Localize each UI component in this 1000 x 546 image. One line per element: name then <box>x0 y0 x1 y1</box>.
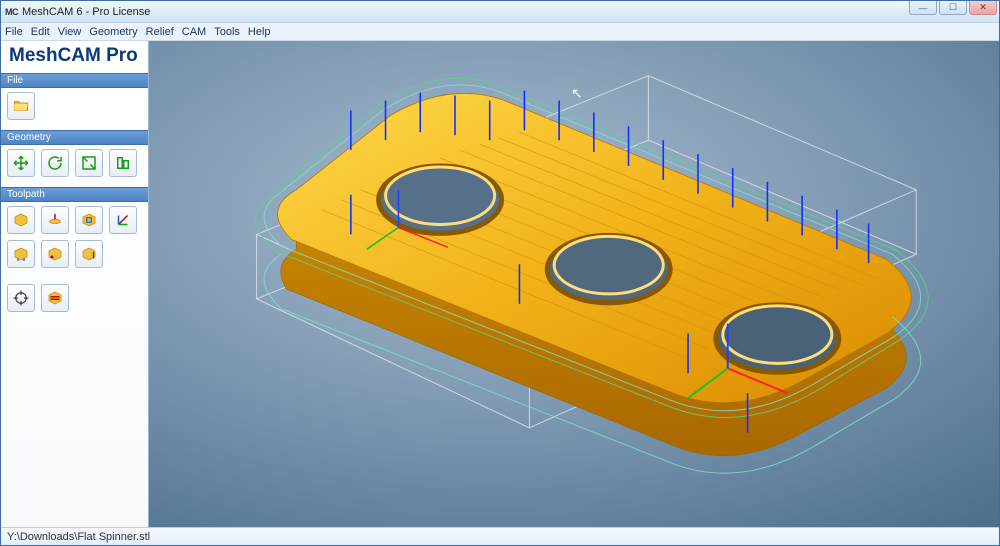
origin-target-button[interactable] <box>7 284 35 312</box>
sidebar: MeshCAM Pro File Geometry Toolpath <box>1 41 149 527</box>
zero-icon <box>46 245 64 263</box>
retract-icon <box>46 211 64 229</box>
close-button[interactable]: ✕ <box>969 1 997 15</box>
retract-button[interactable] <box>41 206 69 234</box>
region-icon <box>80 211 98 229</box>
supports-button[interactable] <box>7 240 35 268</box>
minimize-button[interactable]: — <box>909 1 937 15</box>
window-title: MeshCAM 6 - Pro License <box>22 6 150 18</box>
depth-icon <box>80 245 98 263</box>
menu-view[interactable]: View <box>58 26 82 38</box>
app-icon: MC <box>5 7 18 17</box>
menu-help[interactable]: Help <box>248 26 271 38</box>
align-icon <box>114 154 132 172</box>
status-filepath: Y:\Downloads\Flat Spinner.stl <box>7 531 150 543</box>
section-header-toolpath: Toolpath <box>1 187 148 202</box>
align-button[interactable] <box>109 149 137 177</box>
maximize-button[interactable]: ☐ <box>939 1 967 15</box>
window-titlebar: MC MeshCAM 6 - Pro License — ☐ ✕ <box>1 1 999 23</box>
menubar: File Edit View Geometry Relief CAM Tools… <box>1 23 999 41</box>
model-render <box>149 41 999 527</box>
region-button[interactable] <box>75 206 103 234</box>
app-name: MeshCAM Pro <box>1 41 148 73</box>
rotate-button[interactable] <box>41 149 69 177</box>
statusbar: Y:\Downloads\Flat Spinner.stl <box>1 527 999 545</box>
generate-icon <box>46 289 64 307</box>
menu-geometry[interactable]: Geometry <box>89 26 137 38</box>
menu-cam[interactable]: CAM <box>182 26 206 38</box>
menu-file[interactable]: File <box>5 26 23 38</box>
depth-button[interactable] <box>75 240 103 268</box>
scale-icon <box>80 154 98 172</box>
axes-button[interactable] <box>109 206 137 234</box>
main-area: MeshCAM Pro File Geometry Toolpath <box>1 41 999 527</box>
menu-edit[interactable]: Edit <box>31 26 50 38</box>
menu-relief[interactable]: Relief <box>146 26 174 38</box>
move-button[interactable] <box>7 149 35 177</box>
folder-open-icon <box>12 97 30 115</box>
window-controls: — ☐ ✕ <box>909 1 997 15</box>
zero-button[interactable] <box>41 240 69 268</box>
open-file-button[interactable] <box>7 92 35 120</box>
stock-icon <box>12 211 30 229</box>
section-body-file <box>1 88 148 130</box>
scale-button[interactable] <box>75 149 103 177</box>
move-arrows-icon <box>12 154 30 172</box>
section-body-geometry <box>1 145 148 187</box>
axes-icon <box>114 211 132 229</box>
section-header-geometry: Geometry <box>1 130 148 145</box>
stock-button[interactable] <box>7 206 35 234</box>
section-body-toolpath-extra <box>1 278 148 322</box>
viewport-3d[interactable]: ↖ <box>149 41 999 527</box>
generate-toolpath-button[interactable] <box>41 284 69 312</box>
supports-icon <box>12 245 30 263</box>
menu-tools[interactable]: Tools <box>214 26 240 38</box>
rotate-icon <box>46 154 64 172</box>
section-body-toolpath <box>1 202 148 278</box>
target-icon <box>12 289 30 307</box>
section-header-file: File <box>1 73 148 88</box>
